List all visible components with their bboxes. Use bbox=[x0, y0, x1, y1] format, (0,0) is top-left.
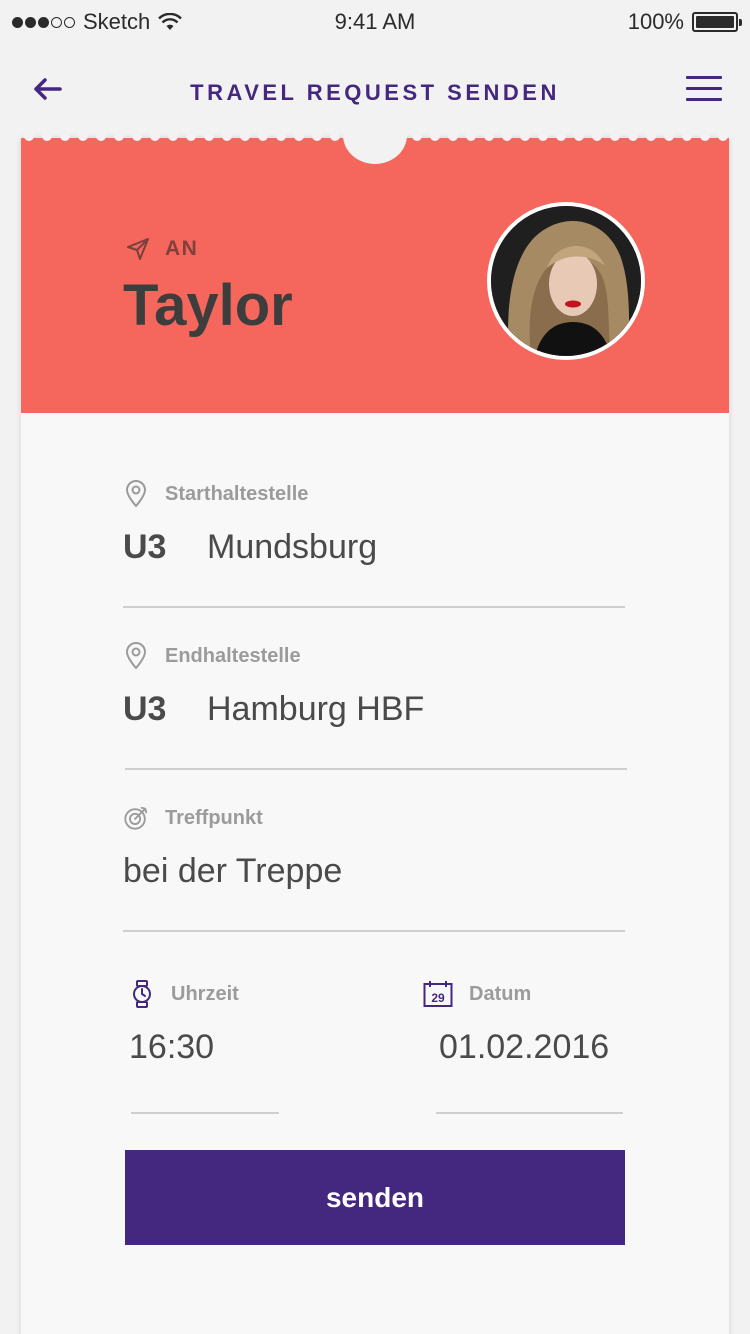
watch-icon bbox=[133, 980, 151, 1008]
meeting-point-label: Treffpunkt bbox=[165, 806, 263, 829]
start-station-label: Starthaltestelle bbox=[165, 482, 309, 505]
send-button[interactable]: senden bbox=[125, 1150, 625, 1245]
target-icon bbox=[124, 806, 148, 830]
date-field[interactable]: 29 Datum 01.02.2016 bbox=[423, 980, 609, 1067]
start-station-label-row: Starthaltestelle bbox=[123, 480, 377, 508]
end-divider bbox=[125, 768, 627, 770]
date-divider bbox=[436, 1112, 623, 1114]
start-divider bbox=[123, 606, 625, 608]
menu-icon bbox=[686, 76, 722, 79]
end-station-field[interactable]: Endhaltestelle U3 Hamburg HBF bbox=[123, 642, 424, 729]
end-station-label-row: Endhaltestelle bbox=[123, 642, 424, 670]
date-label: Datum bbox=[469, 982, 532, 1005]
start-station-field[interactable]: Starthaltestelle U3 Mundsburg bbox=[123, 480, 377, 567]
time-divider bbox=[131, 1112, 279, 1114]
recipient-name: Taylor bbox=[123, 273, 293, 338]
date-value: 01.02.2016 bbox=[439, 1028, 610, 1066]
location-pin-icon bbox=[125, 642, 147, 670]
menu-button[interactable] bbox=[686, 76, 722, 106]
time-label: Uhrzeit bbox=[171, 982, 239, 1005]
start-line-code: U3 bbox=[123, 528, 167, 566]
meeting-point-label-row: Treffpunkt bbox=[123, 804, 342, 832]
meeting-point-field[interactable]: Treffpunkt bei der Treppe bbox=[123, 804, 342, 891]
page-title: TRAVEL REQUEST SENDEN bbox=[190, 80, 560, 105]
recipient-label-row: AN bbox=[125, 236, 198, 262]
calendar-icon: 29 bbox=[423, 981, 453, 1007]
location-pin-icon bbox=[125, 480, 147, 508]
date-label-row: 29 Datum bbox=[423, 980, 609, 1008]
send-icon bbox=[127, 238, 149, 260]
ticket-notch bbox=[343, 106, 407, 164]
end-station-value: U3 Hamburg HBF bbox=[123, 690, 424, 729]
svg-text:29: 29 bbox=[431, 991, 445, 1005]
battery-icon bbox=[692, 12, 742, 32]
recipient-header: AN Taylor bbox=[21, 106, 729, 413]
end-station-name: Hamburg HBF bbox=[207, 690, 425, 728]
meeting-point-value: bei der Treppe bbox=[123, 852, 343, 890]
start-station-name: Mundsburg bbox=[207, 528, 378, 566]
status-right: 100% bbox=[627, 9, 742, 35]
battery-percent: 100% bbox=[627, 9, 684, 34]
status-bar: Sketch 9:41 AM 100% bbox=[0, 0, 750, 44]
recipient-to-label: AN bbox=[165, 237, 199, 260]
avatar[interactable] bbox=[487, 202, 645, 360]
recipient-photo bbox=[491, 206, 641, 356]
meeting-point-divider bbox=[123, 930, 625, 932]
time-label-row: Uhrzeit bbox=[129, 980, 239, 1008]
ticket-card: AN Taylor Starthaltestelle U3 Mundsburg … bbox=[21, 106, 729, 1334]
end-line-code: U3 bbox=[123, 690, 167, 728]
start-station-value: U3 Mundsburg bbox=[123, 528, 377, 567]
time-value: 16:30 bbox=[129, 1028, 215, 1066]
time-field[interactable]: Uhrzeit 16:30 bbox=[129, 980, 239, 1067]
end-station-label: Endhaltestelle bbox=[165, 644, 301, 667]
